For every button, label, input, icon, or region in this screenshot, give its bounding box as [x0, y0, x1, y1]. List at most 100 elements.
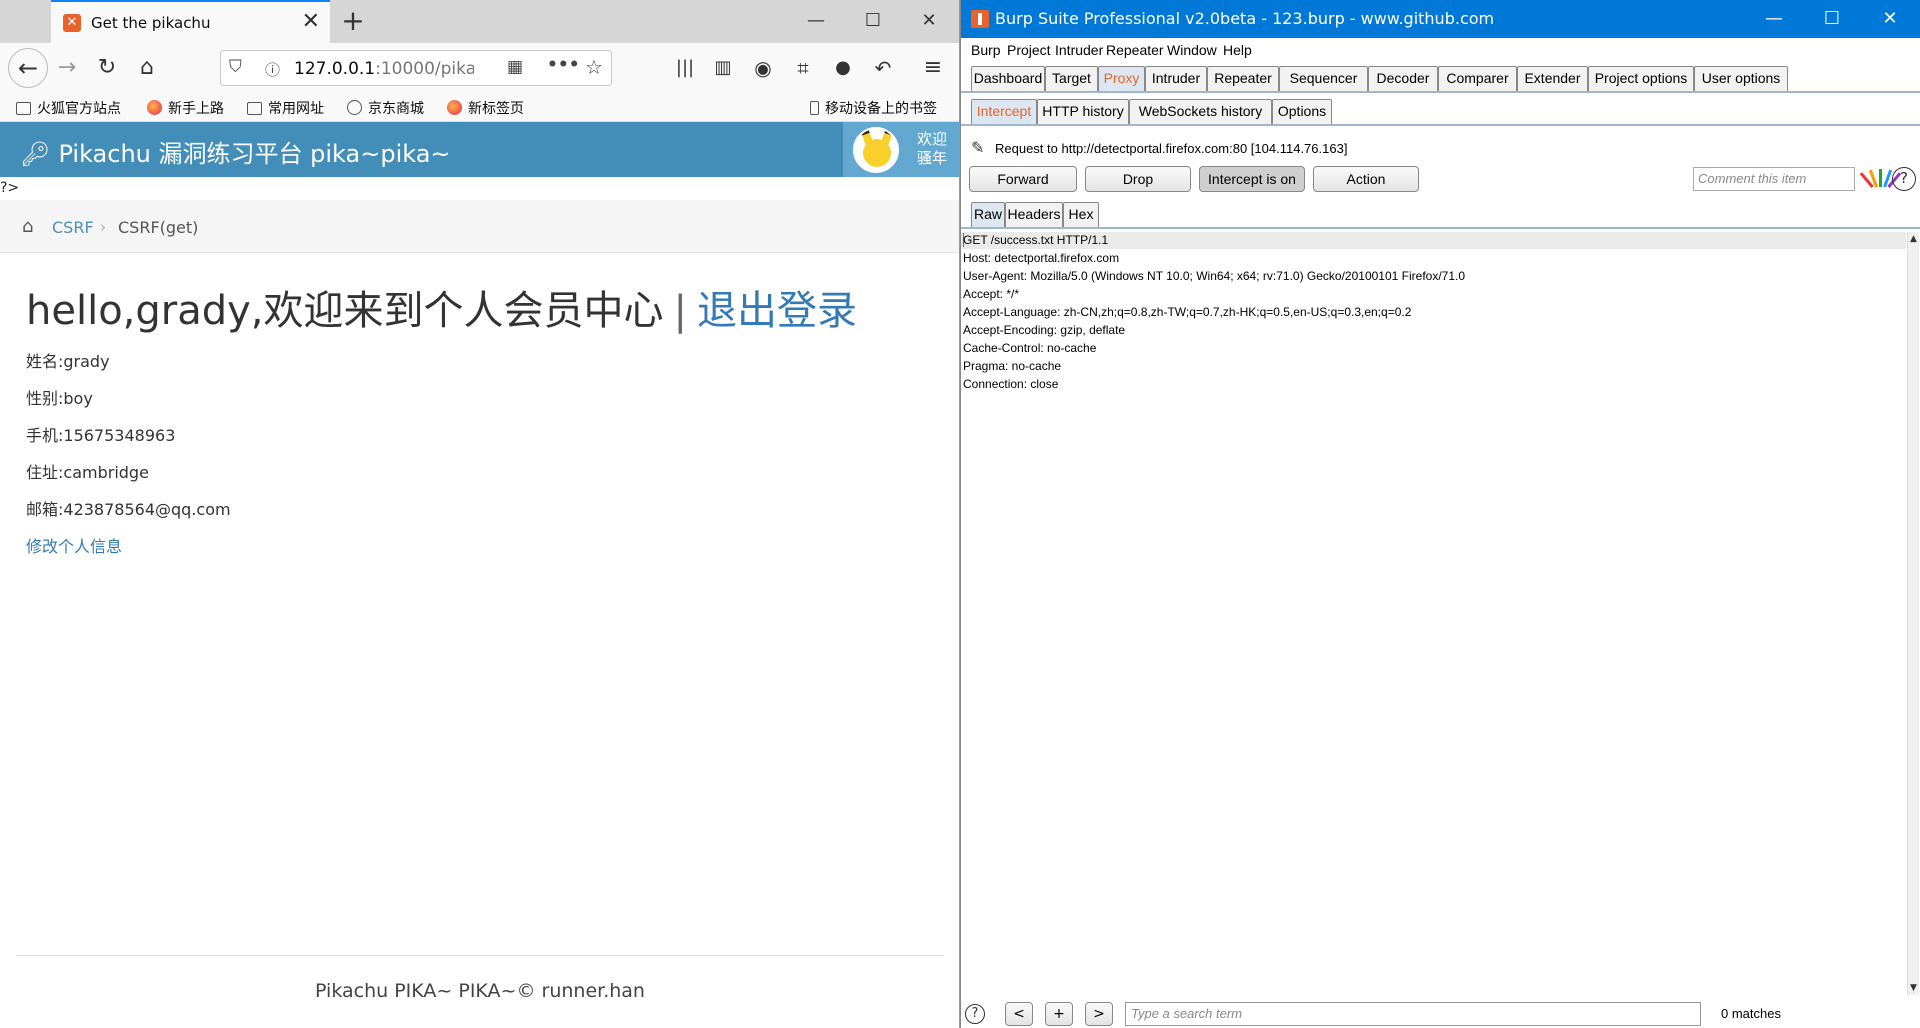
tab-dashboard[interactable]: Dashboard: [971, 66, 1045, 91]
edit-profile-link[interactable]: 修改个人信息: [26, 533, 122, 557]
request-line: Pragma: no-cache: [963, 359, 1062, 373]
previous-match-button[interactable]: <: [1005, 1002, 1033, 1026]
forward-button[interactable]: Forward: [969, 166, 1077, 192]
close-window-button[interactable]: ✕: [902, 0, 956, 43]
stray-php-tag: ?>: [0, 180, 20, 196]
maximize-button[interactable]: ☐: [1803, 0, 1861, 38]
user-menu[interactable]: 欢迎 骚年: [843, 122, 959, 177]
breadcrumb-link-csrf[interactable]: CSRF: [52, 218, 94, 237]
tab-comparer[interactable]: Comparer: [1438, 66, 1517, 91]
tab-http-history[interactable]: HTTP history: [1037, 99, 1129, 124]
tab-raw[interactable]: Raw: [971, 202, 1005, 227]
site-title[interactable]: 🔑︎ Pikachu 漏洞练习平台 pika~pika~: [20, 134, 451, 169]
vertical-scrollbar[interactable]: ▲ ▼: [1907, 232, 1919, 995]
folder-icon: [16, 102, 31, 115]
tab-divider: [961, 124, 1920, 126]
help-icon[interactable]: ?: [965, 1004, 985, 1024]
tab-intercept[interactable]: Intercept: [971, 99, 1037, 124]
scroll-up-icon[interactable]: ▲: [1910, 234, 1917, 244]
tab-target[interactable]: Target: [1045, 66, 1098, 91]
menu-burp[interactable]: Burp: [971, 42, 1001, 58]
site-info-icon[interactable]: ⓘ: [265, 59, 280, 80]
reload-button[interactable]: ↻: [90, 51, 124, 85]
tab-options[interactable]: Options: [1272, 99, 1332, 124]
back-button[interactable]: ←: [8, 48, 48, 88]
crop-icon[interactable]: ⌗: [786, 51, 820, 85]
mobile-bookmarks[interactable]: 移动设备上的书签: [810, 98, 937, 118]
undo-icon[interactable]: ↶: [866, 51, 900, 85]
burp-titlebar: Burp Suite Professional v2.0beta - 123.b…: [961, 0, 1920, 38]
menu-icon[interactable]: ≡: [916, 51, 950, 85]
tab-bar: ✕ Get the pikachu ✕ + — ☐ ✕: [0, 0, 959, 43]
qr-code-icon[interactable]: ▦: [507, 57, 523, 77]
url-bar[interactable]: ⛉ ⓘ 127.0.0.1:10000/pika ▦ ••• ☆: [220, 50, 612, 86]
tab-repeater[interactable]: Repeater: [1207, 66, 1279, 91]
request-line: User-Agent: Mozilla/5.0 (Windows NT 10.0…: [963, 269, 1466, 283]
tab-hex[interactable]: Hex: [1063, 202, 1099, 227]
bookmarks-toolbar: 火狐官方站点 新手上路 常用网址 京东商城 新标签页 移动设备上的书签: [0, 92, 959, 122]
request-editor[interactable]: GET /success.txt HTTP/1.1 Host: detectpo…: [961, 229, 1906, 997]
intercept-toggle-button[interactable]: Intercept is on: [1199, 166, 1305, 192]
welcome-text: 欢迎 骚年: [917, 130, 948, 167]
maximize-button[interactable]: ☐: [846, 0, 900, 43]
home-icon[interactable]: ⌂: [22, 216, 33, 237]
comment-input[interactable]: Comment this item: [1693, 167, 1855, 191]
bookmark-item[interactable]: 京东商城: [347, 98, 424, 118]
bookmark-star-icon[interactable]: ☆: [585, 55, 603, 79]
breadcrumb: ⌂ CSRF › CSRF(get): [0, 200, 959, 253]
profile-email: 邮箱:423878564@qq.com: [26, 500, 231, 519]
minimize-button[interactable]: —: [789, 0, 843, 43]
tab-project-options[interactable]: Project options: [1588, 66, 1694, 91]
more-actions-icon[interactable]: •••: [547, 55, 580, 75]
url-text[interactable]: 127.0.0.1:10000/pika: [294, 59, 474, 79]
library-icon[interactable]: |||: [668, 51, 702, 85]
menu-window[interactable]: Window: [1167, 42, 1217, 58]
tab-proxy[interactable]: Proxy: [1098, 66, 1145, 92]
close-tab-icon[interactable]: ✕: [302, 11, 320, 33]
minimize-button[interactable]: —: [1745, 0, 1803, 38]
menu-intruder[interactable]: Intruder: [1055, 42, 1103, 58]
request-info: ✎ Request to http://detectportal.firefox.…: [971, 140, 1348, 157]
menu-help[interactable]: Help: [1223, 42, 1252, 58]
account-icon[interactable]: ◉: [746, 51, 780, 85]
bookmark-item[interactable]: 火狐官方站点: [16, 98, 121, 118]
logout-link[interactable]: 退出登录: [697, 288, 857, 334]
forward-button[interactable]: →: [50, 51, 84, 85]
site-header: 🔑︎ Pikachu 漏洞练习平台 pika~pika~ 欢迎 骚年: [0, 122, 959, 177]
sidebar-icon[interactable]: ▥: [706, 51, 740, 85]
next-match-button[interactable]: >: [1085, 1002, 1113, 1026]
tab-title: Get the pikachu: [91, 13, 211, 32]
phone-icon: [810, 101, 819, 115]
tab-intruder[interactable]: Intruder: [1145, 66, 1207, 91]
bookmark-item[interactable]: 新手上路: [147, 98, 224, 118]
browser-tab[interactable]: ✕ Get the pikachu ✕: [51, 0, 330, 43]
tab-user-options[interactable]: User options: [1694, 66, 1788, 91]
highlight-color-icon[interactable]: [1859, 167, 1902, 191]
tab-websockets-history[interactable]: WebSockets history: [1129, 99, 1272, 124]
tab-extender[interactable]: Extender: [1517, 66, 1588, 91]
menu-project[interactable]: Project: [1007, 42, 1051, 58]
drop-button[interactable]: Drop: [1085, 166, 1191, 192]
shield-icon[interactable]: ⛉: [229, 57, 242, 77]
action-button[interactable]: Action: [1313, 166, 1419, 192]
chat-icon[interactable]: ●: [826, 51, 860, 85]
tab-sequencer[interactable]: Sequencer: [1279, 66, 1368, 91]
profile-phone: 手机:15675348963: [26, 426, 176, 445]
firefox-icon: [447, 100, 462, 115]
chevron-right-icon: ›: [100, 218, 106, 236]
tab-headers[interactable]: Headers: [1005, 202, 1063, 227]
search-input[interactable]: Type a search term: [1125, 1002, 1701, 1026]
breadcrumb-current: CSRF(get): [118, 218, 199, 237]
avatar: [853, 127, 899, 173]
bookmark-item[interactable]: 常用网址: [247, 98, 324, 118]
globe-icon: [347, 100, 362, 115]
menu-repeater[interactable]: Repeater: [1106, 42, 1164, 58]
new-tab-button[interactable]: +: [338, 4, 368, 38]
home-button[interactable]: ⌂: [130, 51, 164, 85]
bookmark-item[interactable]: 新标签页: [447, 98, 524, 118]
options-button[interactable]: +: [1045, 1002, 1073, 1026]
help-icon[interactable]: ?: [1892, 167, 1916, 191]
scroll-down-icon[interactable]: ▼: [1910, 983, 1917, 993]
close-window-button[interactable]: ✕: [1861, 0, 1919, 38]
tab-decoder[interactable]: Decoder: [1368, 66, 1438, 91]
